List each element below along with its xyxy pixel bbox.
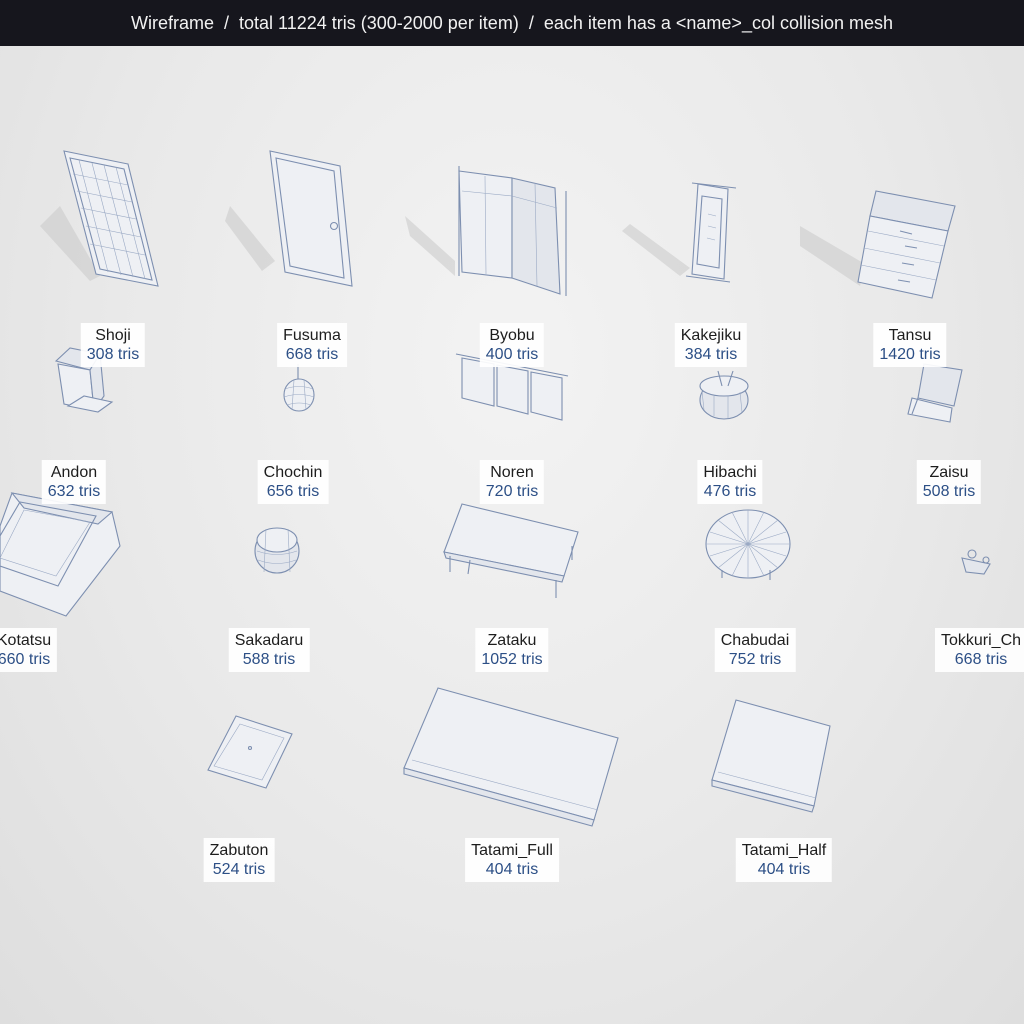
item-name: Shoji [95, 327, 131, 344]
header-title: Wireframe / total 11224 tris (300-2000 p… [130, 12, 894, 33]
item-label-tansu: Tansu 1420 tris [873, 323, 947, 367]
item-tris: 404 tris [757, 861, 811, 878]
item-label-tokkuri: Tokkuri_Ch 668 tris [935, 628, 1024, 672]
item-tris: 508 tris [922, 483, 976, 500]
item-name: Byobu [489, 327, 535, 344]
item-label-hibachi: Hibachi 476 tris [697, 460, 763, 504]
item-label-tatami-half: Tatami_Half 404 tris [735, 838, 833, 882]
3d-viewport[interactable]: Shoji 308 tris Fusuma 668 tris Byobu 400… [0, 46, 1024, 1024]
item-label-zabuton: Zabuton 524 tris [203, 838, 275, 882]
item-tris: 1420 tris [879, 346, 941, 363]
item-name: Sakadaru [234, 632, 304, 649]
item-label-zaisu: Zaisu 508 tris [916, 460, 982, 504]
item-label-zataku: Zataku 1052 tris [475, 628, 549, 672]
item-tris: 720 tris [485, 483, 539, 500]
item-tris: 660 tris [0, 651, 51, 668]
item-label-chochin: Chochin 656 tris [257, 460, 329, 504]
item-tris: 1052 tris [481, 651, 543, 668]
item-tris: 668 tris [285, 346, 339, 363]
item-name: Kotatsu [0, 632, 52, 649]
item-tris: 752 tris [728, 651, 782, 668]
item-label-fusuma: Fusuma 668 tris [277, 323, 347, 367]
item-name: Noren [490, 464, 534, 481]
item-name: Zaisu [929, 464, 969, 481]
item-name: Kakejiku [680, 327, 742, 344]
item-name: Fusuma [283, 327, 341, 344]
item-label-noren: Noren 720 tris [479, 460, 545, 504]
item-label-tatami-full: Tatami_Full 404 tris [465, 838, 559, 882]
item-tris: 588 tris [242, 651, 296, 668]
item-name: Chochin [263, 464, 323, 481]
item-name: Zataku [487, 632, 537, 649]
item-tris: 656 tris [266, 483, 320, 500]
item-tris: 404 tris [485, 861, 539, 878]
item-label-kotatsu: Kotatsu 660 tris [0, 628, 58, 672]
item-tris: 668 tris [954, 651, 1008, 668]
item-name: Hibachi [703, 464, 757, 481]
item-label-andon: Andon 632 tris [41, 460, 107, 504]
item-name: Tansu [888, 327, 932, 344]
item-name: Zabuton [209, 842, 269, 859]
item-tris: 632 tris [47, 483, 101, 500]
item-tris: 524 tris [212, 861, 266, 878]
item-tris: 400 tris [485, 346, 539, 363]
item-name: Tokkuri_Ch [941, 632, 1022, 649]
item-name: Chabudai [720, 632, 790, 649]
viewport-header: Wireframe / total 11224 tris (300-2000 p… [0, 0, 1024, 46]
item-label-sakadaru: Sakadaru 588 tris [228, 628, 310, 672]
item-name: Tatami_Full [471, 842, 553, 859]
item-label-shoji: Shoji 308 tris [80, 323, 146, 367]
item-tris: 308 tris [86, 346, 140, 363]
item-label-byobu: Byobu 400 tris [479, 323, 545, 367]
item-tris: 476 tris [703, 483, 757, 500]
item-label-kakejiku: Kakejiku 384 tris [674, 323, 748, 367]
item-tris: 384 tris [684, 346, 738, 363]
item-label-chabudai: Chabudai 752 tris [714, 628, 796, 672]
item-name: Tatami_Half [741, 842, 827, 859]
item-name: Andon [50, 464, 98, 481]
